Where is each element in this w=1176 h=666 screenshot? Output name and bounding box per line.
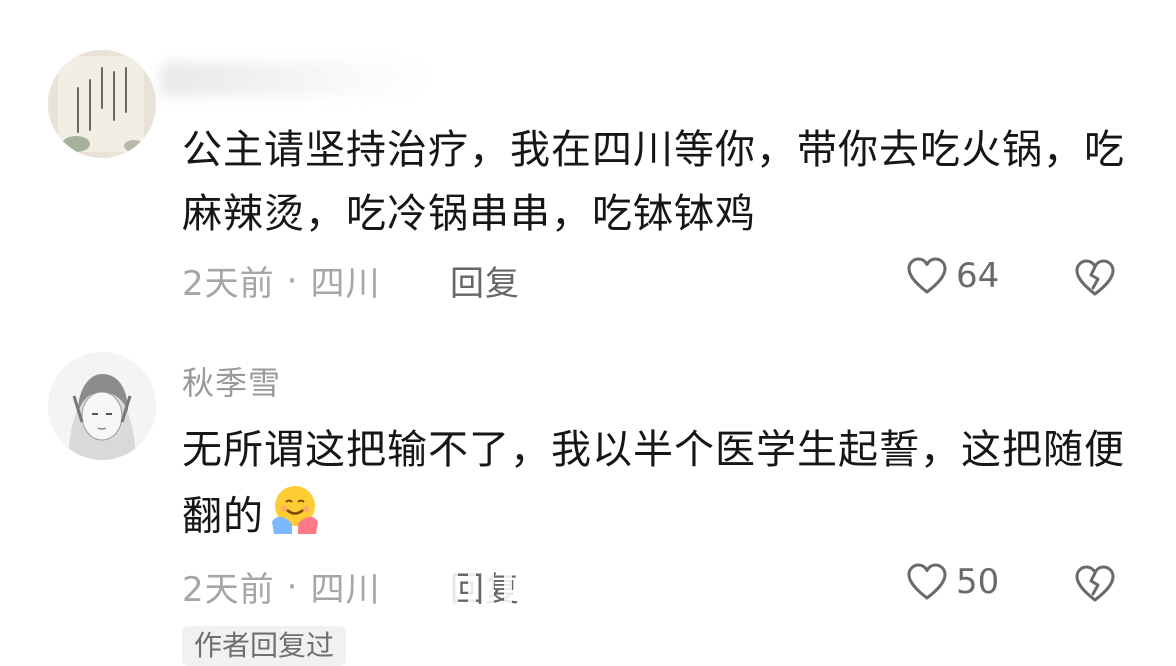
dislike-button[interactable] <box>1074 258 1116 302</box>
like-count: 64 <box>956 256 1000 296</box>
broken-heart-icon <box>1075 259 1115 296</box>
dislike-button[interactable] <box>1074 564 1116 608</box>
comment-time: 2天前 <box>182 570 275 610</box>
comment-text: 公主请坚持治疗，我在四川等你，带你去吃火锅，吃麻辣烫，吃冷锅串串，吃钵钵鸡 <box>182 127 1125 237</box>
heart-outline-icon <box>907 563 947 600</box>
avatar-calligraphy-image <box>48 50 156 158</box>
comment-meta: 2天前 · 四川 <box>182 256 380 305</box>
comment-location: 四川 <box>310 570 381 610</box>
hugging-face-emoji <box>268 482 322 555</box>
comment-location: 四川 <box>310 264 381 304</box>
like-count: 50 <box>956 562 1000 602</box>
comment-meta: 2天前 · 四川 <box>182 562 380 611</box>
like-button[interactable]: 50 <box>906 562 999 602</box>
username-redacted <box>160 62 430 96</box>
meta-separator: · <box>286 566 299 607</box>
avatar[interactable] <box>48 352 156 460</box>
comment-text-body: 无所谓这把输不了，我以半个医学生起誓，这把随便翻的 <box>182 427 1125 540</box>
username[interactable]: 秋季雪 <box>182 358 281 404</box>
broken-heart-icon <box>1075 565 1115 602</box>
comment-text: 无所谓这把输不了，我以半个医学生起誓，这把随便翻的 <box>182 418 1142 555</box>
reply-button[interactable]: 回复 <box>450 256 520 305</box>
comment-time: 2天前 <box>182 264 275 304</box>
avatar-anime-image <box>48 352 156 460</box>
meta-separator: · <box>286 260 299 301</box>
author-replied-badge[interactable]: 作者回复过 <box>182 626 347 666</box>
heart-outline-icon <box>907 257 947 294</box>
like-button[interactable]: 64 <box>906 256 999 296</box>
reply-button[interactable]: 回复 <box>450 562 520 611</box>
avatar[interactable] <box>48 50 156 158</box>
